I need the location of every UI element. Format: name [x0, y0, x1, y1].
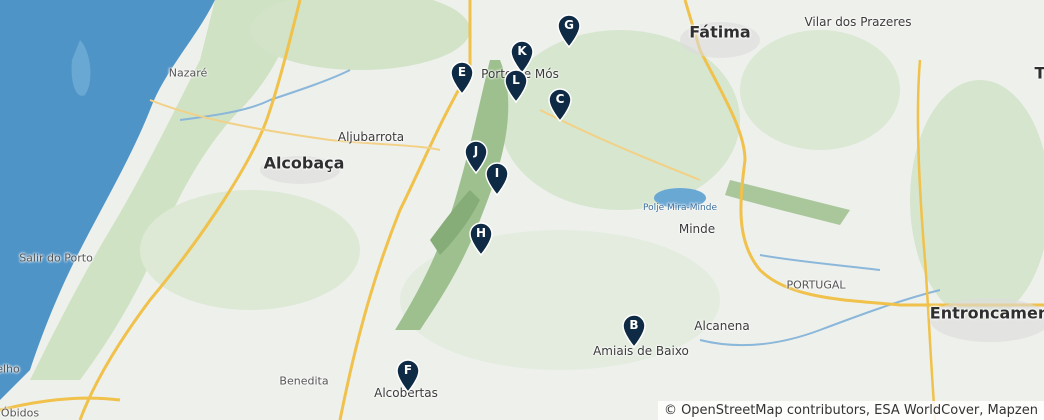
place-label: Óbidos — [0, 406, 40, 420]
marker-label: K — [517, 44, 527, 58]
marker-label: J — [473, 144, 479, 158]
place-label: elho — [0, 362, 20, 376]
place-label: Minde — [678, 222, 716, 236]
map-view[interactable]: Nazaré Aljubarrota Alcobaça Salir do Porto P… — [0, 0, 1044, 420]
place-label: Entroncamento — [929, 303, 1044, 323]
place-label: Aljubarrota — [337, 130, 405, 144]
place-label: Alcobaça — [263, 153, 345, 173]
place-label: Nazaré — [168, 66, 208, 80]
place-label: Benedita — [279, 374, 329, 388]
marker-label: G — [564, 18, 574, 32]
marker-label: I — [494, 166, 500, 180]
place-label: PORTUGAL — [786, 278, 846, 292]
place-label: T — [1034, 63, 1044, 83]
place-label: Alcanena — [694, 319, 750, 333]
place-label: Polje Mira-Minde — [643, 203, 717, 213]
map-marker-c[interactable]: C — [547, 88, 573, 122]
marker-label: C — [555, 92, 565, 106]
map-marker-e[interactable]: E — [449, 61, 475, 95]
map-marker-f[interactable]: F — [395, 359, 421, 393]
marker-label: B — [629, 318, 639, 332]
marker-label: L — [512, 73, 520, 87]
marker-label: H — [475, 226, 487, 240]
map-marker-b[interactable]: B — [621, 314, 647, 348]
map-marker-i[interactable]: I — [484, 162, 510, 196]
place-label: Fátima — [689, 22, 751, 42]
map-marker-h[interactable]: H — [468, 222, 494, 256]
map-marker-l[interactable]: L — [503, 69, 529, 103]
marker-label: E — [457, 65, 467, 79]
place-label: Vilar dos Prazeres — [804, 15, 912, 29]
map-attribution: © OpenStreetMap contributors, ESA WorldC… — [657, 401, 1044, 420]
marker-label: F — [403, 363, 413, 377]
place-label: Salir do Porto — [19, 251, 93, 265]
map-marker-g[interactable]: G — [556, 14, 582, 48]
